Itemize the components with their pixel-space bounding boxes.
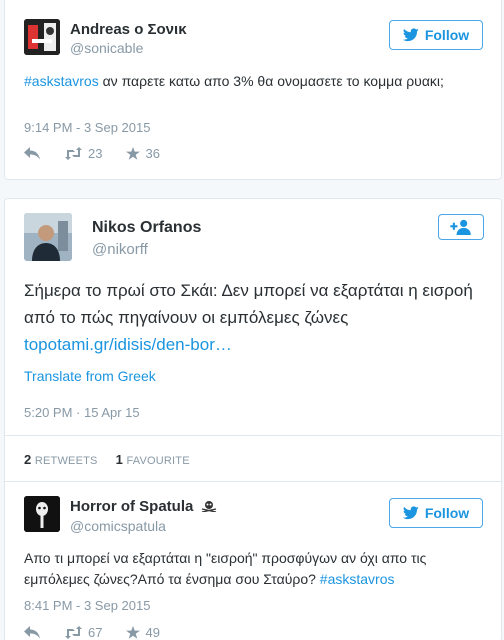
avatar[interactable]	[24, 19, 60, 55]
favourites-label: FAVOURITE	[126, 455, 190, 467]
avatar-image	[24, 496, 60, 532]
avatar-image	[24, 213, 72, 261]
translate-link[interactable]: Translate from Greek	[24, 368, 156, 384]
retweets-label: RETWEETS	[34, 455, 98, 467]
retweet-button[interactable]: 23	[64, 146, 102, 161]
retweet-button[interactable]: 67	[64, 625, 102, 640]
tweet-timestamp[interactable]: 5:20 PM · 15 Apr 15	[24, 405, 140, 420]
author-handle[interactable]: @sonicable	[70, 40, 143, 56]
divider	[5, 435, 501, 436]
follow-label: Follow	[424, 505, 470, 521]
hashtag-link[interactable]: #askstavros	[24, 73, 99, 89]
avatar-image	[24, 19, 60, 55]
tweet-text: #askstavros αν παρετε κατω απο 3% θα ονο…	[24, 71, 484, 92]
author-name[interactable]: Nikos Orfanos	[92, 219, 201, 237]
retweet-count: 67	[88, 625, 103, 640]
tweet-body: Σήμερα το πρωί στο Σκάι: Δεν μπορεί να ε…	[24, 281, 473, 327]
tweet-actions: 67 49	[24, 625, 184, 640]
author-name: Horror of Spatula	[70, 498, 217, 515]
tweet-timestamp[interactable]: 9:14 PM - 3 Sep 2015	[24, 120, 150, 135]
favorite-button[interactable]: 49	[126, 625, 160, 640]
retweets-stat[interactable]: 2 RETWEETS	[24, 452, 98, 467]
favourites-stat[interactable]: 1 FAVOURITE	[116, 452, 190, 467]
follow-label: Follow	[424, 27, 470, 43]
tweet-text: Απο τι μπορεί να εξαρτάται η "εισροή" πρ…	[24, 548, 484, 590]
tweet-card-2: Nikos Orfanos @nikorff Σήμερα το πρωί στ…	[4, 198, 502, 640]
reply-button[interactable]	[24, 626, 40, 639]
tweet-body: αν παρετε κατω απο 3% θα ονομασετε το κο…	[98, 73, 444, 89]
star-icon	[126, 147, 141, 160]
tweet-stats: 2 RETWEETS 1 FAVOURITE	[24, 452, 190, 467]
hashtag-link[interactable]: #askstavros	[320, 571, 395, 587]
reply-icon	[24, 626, 40, 639]
author-name-text[interactable]: Horror of Spatula	[70, 498, 193, 515]
avatar[interactable]	[24, 213, 72, 261]
avatar[interactable]	[24, 496, 60, 532]
retweet-icon	[65, 147, 82, 160]
retweet-icon	[65, 626, 82, 639]
divider	[5, 481, 501, 482]
favorite-count: 36	[145, 146, 160, 161]
reply-button[interactable]	[24, 147, 40, 160]
skull-icon	[201, 501, 216, 513]
tweet-card-1: Andreas ο Σονικ @sonicable Follow #askst…	[4, 0, 502, 180]
retweet-count: 23	[88, 146, 103, 161]
author-handle[interactable]: @nikorff	[92, 241, 148, 258]
author-name[interactable]: Andreas ο Σονικ	[70, 21, 187, 38]
author-handle[interactable]: @comicspatula	[70, 518, 166, 534]
favourites-count: 1	[115, 452, 123, 467]
favorite-count: 49	[145, 625, 160, 640]
tweet-timestamp[interactable]: 8:41 PM - 3 Sep 2015	[24, 598, 150, 613]
add-user-icon	[450, 219, 471, 235]
twitter-bird-icon	[402, 506, 419, 520]
tweet-text: Σήμερα το πρωί στο Σκάι: Δεν μπορεί να ε…	[24, 277, 479, 358]
follow-button[interactable]: Follow	[389, 20, 483, 50]
twitter-bird-icon	[402, 28, 419, 42]
tweet-actions: 23 36	[24, 146, 184, 161]
star-icon	[126, 626, 141, 639]
tweet-link[interactable]: topotami.gr/idisis/den-bor…	[24, 335, 232, 354]
follow-button[interactable]	[438, 214, 484, 240]
reply-icon	[24, 147, 40, 160]
follow-button[interactable]: Follow	[389, 498, 483, 528]
favorite-button[interactable]: 36	[126, 146, 160, 161]
retweets-count: 2	[24, 452, 32, 467]
